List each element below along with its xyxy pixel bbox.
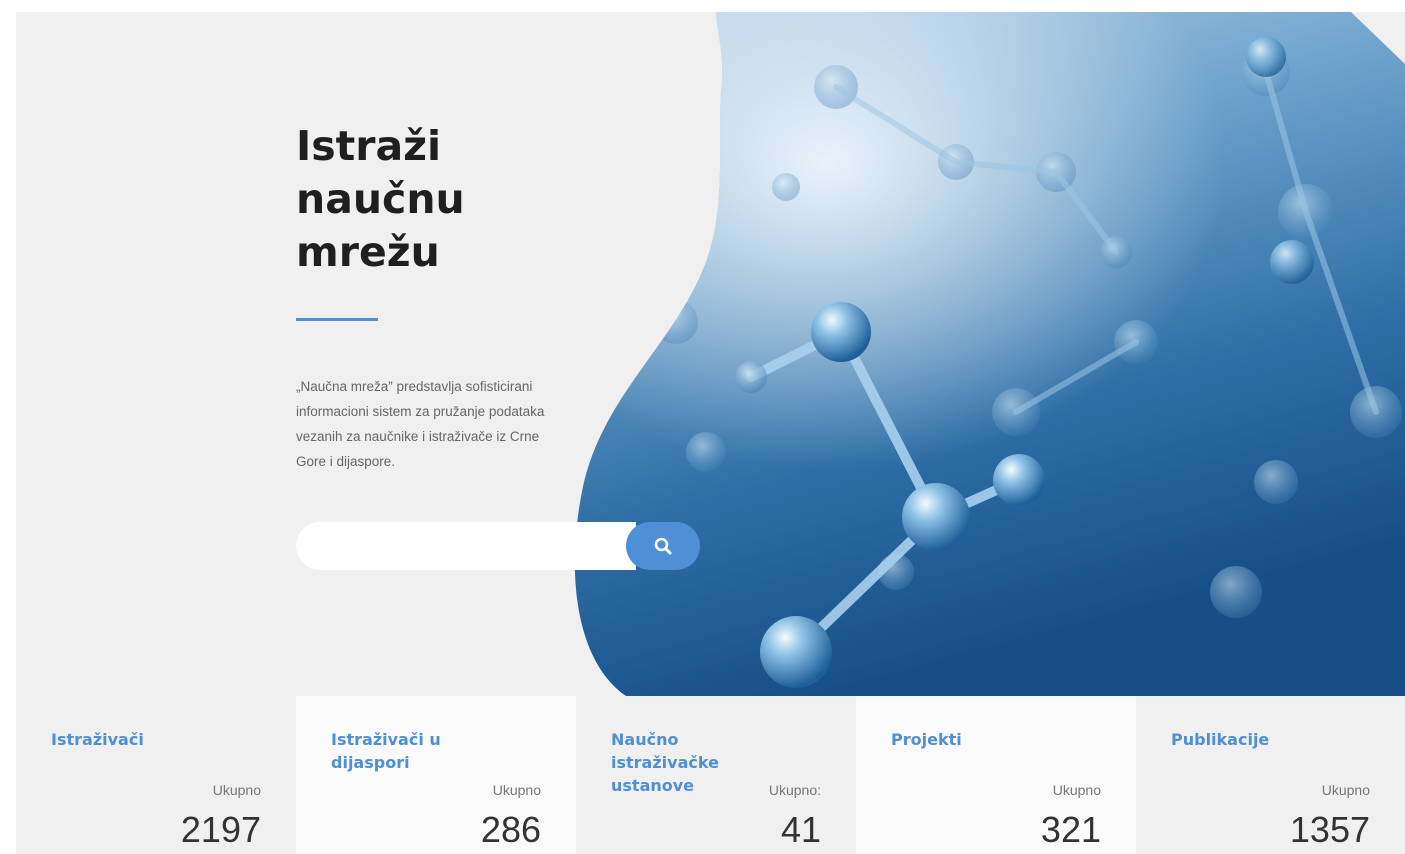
hero-title-line: mrežu <box>296 228 440 276</box>
stat-card-projects[interactable]: Projekti Ukupno 321 <box>856 696 1136 854</box>
stats-row: Istraživači Ukupno 2197 Istraživači u di… <box>16 696 1405 854</box>
hero-title-line: Istraži <box>296 122 442 170</box>
stat-title[interactable]: Publikacije <box>1171 728 1301 751</box>
search-icon <box>654 537 672 555</box>
stat-card-researchers[interactable]: Istraživači Ukupno 2197 <box>16 696 296 854</box>
stat-count: 2197 <box>180 809 261 850</box>
stat-count: 1357 <box>1289 809 1370 850</box>
stat-card-diaspora[interactable]: Istraživači u dijaspori Ukupno 286 <box>296 696 576 854</box>
hero-title-line: naučnu <box>296 175 465 223</box>
hero-section: Istraži naučnu mrežu „Naučna mreža” pred… <box>16 12 1405 696</box>
stat-total-label: Ukupno <box>1052 782 1101 798</box>
stat-total-label: Ukupno: <box>768 782 821 798</box>
search-input[interactable] <box>296 522 636 570</box>
stat-total-label: Ukupno <box>212 782 261 798</box>
hero-title: Istraži naučnu mrežu <box>296 120 596 279</box>
stat-card-publications[interactable]: Publikacije Ukupno 1357 <box>1136 696 1405 854</box>
stat-title[interactable]: Naučno istraživačke ustanove <box>611 728 741 797</box>
stat-total-label: Ukupno <box>492 782 541 798</box>
stat-card-institutions[interactable]: Naučno istraživačke ustanove Ukupno: 41 <box>576 696 856 854</box>
stat-count: 41 <box>780 809 821 850</box>
molecule-structure-image <box>574 12 1405 696</box>
title-divider <box>296 318 378 321</box>
search-button[interactable] <box>626 522 700 570</box>
stat-count: 286 <box>480 809 541 850</box>
stat-total-label: Ukupno <box>1321 782 1370 798</box>
stat-title[interactable]: Istraživači <box>51 728 181 751</box>
stat-title[interactable]: Istraživači u dijaspori <box>331 728 461 774</box>
stat-title[interactable]: Projekti <box>891 728 1021 751</box>
hero-description: „Naučna mreža” predstavlja sofisticirani… <box>296 379 545 469</box>
search-bar <box>296 522 700 570</box>
stat-count: 321 <box>1040 809 1101 850</box>
